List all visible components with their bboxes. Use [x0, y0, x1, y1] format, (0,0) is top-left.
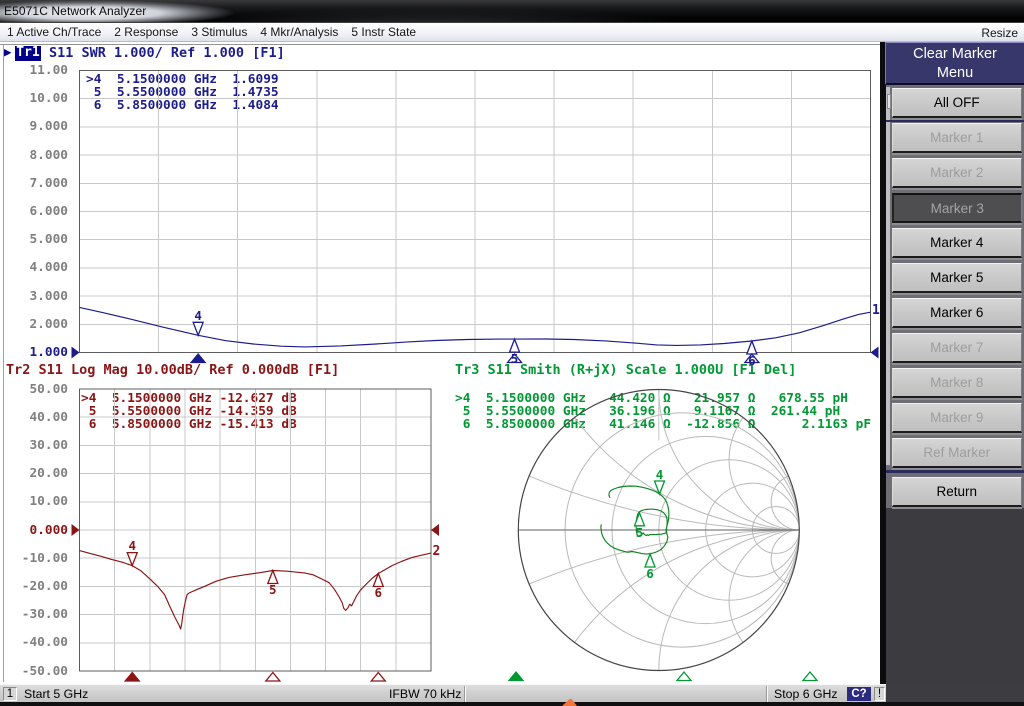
mouse-cursor — [560, 699, 590, 706]
Tr1-ylabel: 8.000 — [2, 149, 68, 162]
Tr2-ref-level-left-icon — [72, 524, 80, 536]
Tr1-marker6-label: 6 — [745, 355, 759, 367]
Tr2-marker4-stimulus-icon — [125, 673, 139, 682]
Tr3-marker5-triangle-icon — [634, 513, 644, 526]
softkey-marker-8: Marker 8 — [892, 368, 1023, 398]
Tr1-ylabel: 5.000 — [2, 233, 68, 246]
Tr2-ylabel: 40.00 — [2, 411, 68, 424]
softkey-separator — [886, 470, 1024, 473]
softkey-marker-1: Marker 1 — [892, 123, 1023, 153]
softkey-scrollbar-thumb[interactable] — [887, 94, 891, 109]
Tr2-marker5-label: 5 — [266, 584, 280, 596]
status-bar-right-filler — [886, 684, 1024, 702]
Tr1-trace-number: 1 — [872, 304, 880, 317]
softkey-all-off[interactable]: All OFF — [892, 88, 1023, 118]
Tr1-ylabel: 9.000 — [2, 120, 68, 133]
Tr2-ylabel: 0.000 — [2, 524, 68, 537]
Tr1-ylabel: 2.000 — [2, 318, 68, 331]
Tr3-marker5-stimulus-icon — [677, 672, 691, 681]
Tr1-marker4-label: 4 — [191, 310, 205, 322]
ifbw-label: IFBW 70 kHz — [389, 687, 461, 701]
Tr2-ylabel: -30.00 — [2, 608, 68, 621]
Tr2-marker6-label: 6 — [371, 587, 385, 599]
Tr2-plot — [80, 389, 432, 671]
Tr2-marker5-stimulus-icon — [266, 673, 280, 682]
channel-number-indicator: 1 — [3, 687, 17, 701]
Tr1-marker4-triangle-icon — [193, 322, 203, 335]
softkey-marker-9: Marker 9 — [892, 403, 1023, 433]
softkey-scrollbar-track[interactable] — [886, 87, 891, 465]
Tr2-ylabel: 30.00 — [2, 439, 68, 452]
status-separator — [766, 686, 768, 702]
Tr1-ylabel: 10.00 — [2, 92, 68, 105]
softkey-marker-6[interactable]: Marker 6 — [892, 298, 1023, 328]
softkey-separator — [886, 120, 1024, 123]
application-window: E5071C Network Analyzer 1 Active Ch/Trac… — [0, 0, 1024, 706]
softkey-marker-2: Marker 2 — [892, 158, 1023, 188]
Tr1-marker4-stimulus-icon — [191, 354, 205, 363]
Tr2-ylabel: 10.00 — [2, 495, 68, 508]
Tr2-marker6-stimulus-icon — [371, 673, 385, 682]
softkey-marker-5[interactable]: Marker 5 — [892, 263, 1023, 293]
softkey-menu: Clear Marker Menu All OFF Marker 1 Marker … — [886, 42, 1024, 706]
Tr1-ylabel: 3.000 — [2, 290, 68, 303]
sweep-stop-label: Stop 6 GHz — [774, 687, 838, 701]
Tr3-marker6-label: 6 — [643, 568, 657, 580]
Tr3-marker6-stimulus-icon — [803, 672, 817, 681]
Tr1-ref-level-right-icon — [871, 347, 879, 359]
Tr2-marker4-triangle-icon — [127, 553, 137, 566]
Tr3-marker4-label: 4 — [653, 469, 667, 481]
Tr3-marker5-label: 5 — [632, 527, 646, 539]
Tr1-ylabel: 7.000 — [2, 177, 68, 190]
Tr2-ylabel: -10.00 — [2, 552, 68, 565]
Tr1-marker5-label: 5 — [508, 353, 522, 365]
Tr2-ylabel: -40.00 — [2, 636, 68, 649]
softkey-marker-7: Marker 7 — [892, 333, 1023, 363]
correction-status-badge: C? — [847, 687, 871, 701]
Tr1-ylabel: 11.00 — [2, 64, 68, 77]
status-bar: 1 Start 5 GHz IFBW 70 kHz Stop 6 GHz C? … — [0, 684, 886, 702]
Tr1-ylabel: 4.000 — [2, 261, 68, 274]
softkey-return[interactable]: Return — [892, 477, 1023, 507]
Tr3-marker4-stimulus-icon — [509, 672, 523, 681]
softkey-menu-title: Clear Marker Menu — [885, 42, 1024, 85]
Tr2-ylabel: -50.00 — [2, 665, 68, 678]
Tr2-ylabel: -20.00 — [2, 580, 68, 593]
sweep-start-label: Start 5 GHz — [24, 687, 88, 701]
Tr2-marker4-label: 4 — [125, 540, 139, 552]
bottom-strip — [0, 702, 1024, 706]
Tr1-ylabel: 6.000 — [2, 205, 68, 218]
Tr2-ylabel: 50.00 — [2, 383, 68, 396]
softkey-marker-3[interactable]: Marker 3 — [892, 193, 1023, 223]
Tr1-ref-level-left-icon — [72, 347, 80, 359]
Tr2-ref-level-right-icon — [431, 524, 439, 536]
softkey-menu-lower-area — [886, 508, 1024, 706]
softkey-ref-marker: Ref Marker — [892, 438, 1023, 468]
Tr2-trace-number: 2 — [433, 545, 441, 558]
alert-indicator: ! — [874, 687, 885, 701]
Tr2-ylabel: 20.00 — [2, 467, 68, 480]
status-separator — [464, 686, 466, 702]
Tr1-ylabel: 1.000 — [2, 346, 68, 359]
softkey-marker-4[interactable]: Marker 4 — [892, 228, 1023, 258]
